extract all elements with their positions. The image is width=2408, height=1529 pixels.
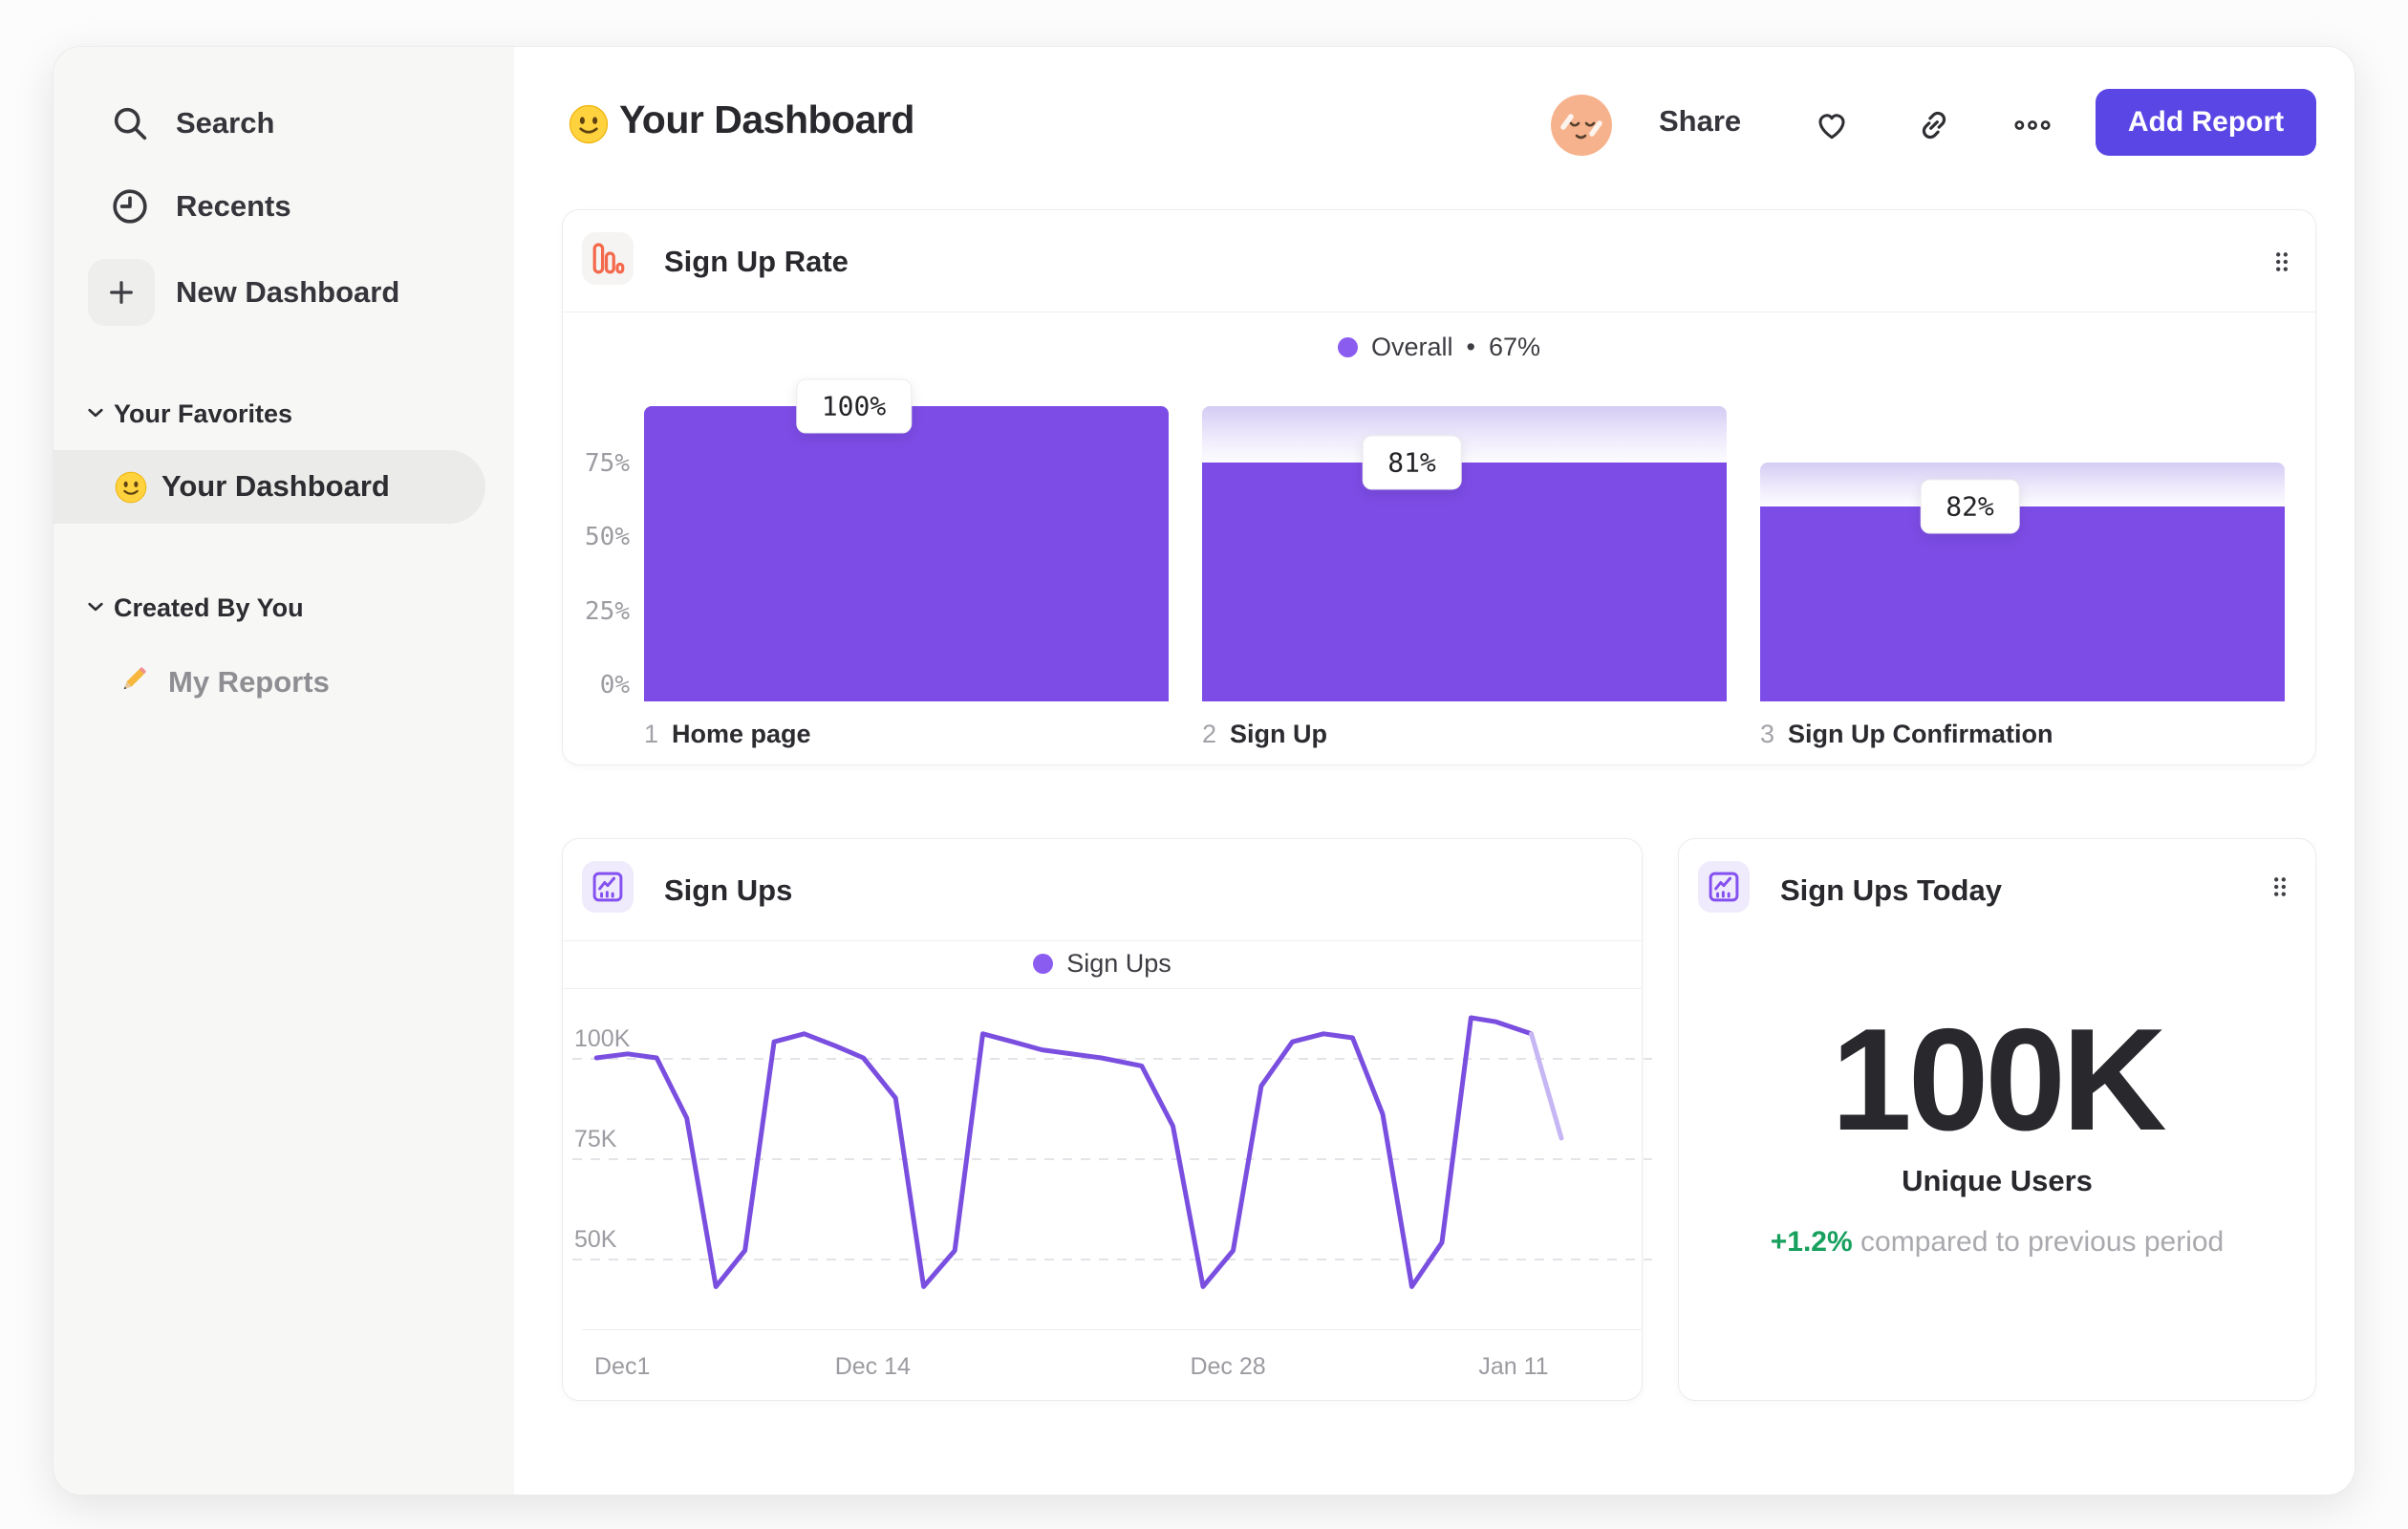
line-chart-icon (582, 861, 634, 913)
funnel-bar-sign-up[interactable]: 81% (1202, 406, 1727, 701)
funnel-value-tooltip: 81% (1362, 435, 1462, 490)
y-axis-tick: 50% (585, 523, 630, 551)
sidebar-item-label: Recents (176, 189, 291, 223)
funnel-bar-previous-level (1760, 462, 2285, 507)
legend-separator: • (1466, 332, 1475, 361)
search-icon (96, 89, 164, 158)
drag-handle-icon[interactable] (2264, 868, 2296, 906)
signup-rate-card: Sign Up Rate Overall • 67% 75% 50% 25% 0… (562, 209, 2316, 765)
kpi-delta-value: +1.2% (1770, 1226, 1853, 1258)
funnel-value-tooltip: 82% (1920, 479, 2020, 534)
kpi-value: 100K (1831, 999, 2166, 1161)
share-button[interactable]: Share (1659, 104, 1741, 139)
sidebar-item-label: Search (176, 106, 275, 140)
y-axis-tick: 25% (585, 597, 630, 626)
y-axis-tick: 0% (599, 671, 630, 700)
sidebar-item-new-dashboard[interactable]: New Dashboard (54, 258, 514, 327)
card-title: Sign Up Rate (664, 245, 849, 278)
sidebar-item-label: My Reports (168, 665, 330, 699)
funnel-step-label: 2 Sign Up (1202, 719, 1327, 749)
sidebar: Search Recents New Dashboard Your Favori… (54, 47, 514, 1495)
funnel-plot-area: 100% 81% 82% (628, 378, 2301, 701)
funnel-bar-fill (644, 406, 1169, 701)
sidebar-section-title: Your Favorites (114, 398, 293, 428)
pencil-emoji-icon (116, 663, 150, 702)
drag-handle-icon[interactable] (2266, 243, 2298, 281)
funnel-value-tooltip: 100% (795, 378, 913, 434)
sidebar-item-label: New Dashboard (176, 275, 400, 309)
kpi-metric-label: Unique Users (1902, 1164, 2093, 1197)
funnel-bar-sign-up-confirmation[interactable]: 82% (1760, 406, 2285, 701)
favorite-heart-icon[interactable] (1812, 105, 1852, 145)
step-name: Sign Up Confirmation (1788, 719, 2053, 748)
legend-value: 67% (1488, 332, 1541, 361)
line-plot-area[interactable]: 100K 75K 50K Dec1 Dec 14 Dec 28 Jan 11 (572, 1003, 1652, 1380)
smiley-emoji-icon (115, 471, 147, 508)
sidebar-section-your-favorites[interactable]: Your Favorites (54, 390, 514, 438)
page-title: Your Dashboard (619, 97, 914, 141)
step-index: 1 (644, 719, 659, 748)
sidebar-section-title: Created By You (114, 592, 304, 622)
step-name: Home page (672, 719, 811, 748)
app-window: Search Recents New Dashboard Your Favori… (53, 46, 2355, 1496)
chevron-down-icon (88, 405, 103, 422)
add-report-button[interactable]: Add Report (2096, 89, 2316, 156)
sidebar-item-recents[interactable]: Recents (54, 172, 514, 241)
x-axis-tick: Jan 11 (1478, 1353, 1549, 1380)
line-legend: Sign Ups (563, 938, 1642, 989)
step-name: Sign Up (1230, 719, 1328, 748)
funnel-bar-home-page[interactable]: 100% (644, 378, 1169, 701)
funnel-step-label: 3 Sign Up Confirmation (1760, 719, 2053, 749)
sidebar-item-label: Your Dashboard (161, 469, 390, 503)
funnel-chart-icon (582, 232, 634, 285)
more-options-icon[interactable] (2012, 105, 2053, 145)
y-axis-tick: 75% (585, 449, 630, 478)
legend-dot (1033, 953, 1054, 974)
signups-line-series (593, 1015, 1564, 1289)
card-title: Sign Ups Today (1780, 873, 2002, 907)
line-chart-icon (1698, 861, 1750, 913)
legend-series-label: Sign Ups (1066, 948, 1172, 978)
clock-icon (96, 172, 164, 241)
user-avatar[interactable] (1551, 95, 1612, 156)
legend-series-label: Overall (1370, 332, 1453, 361)
sidebar-section-created-by-you[interactable]: Created By You (54, 584, 514, 632)
step-index: 3 (1760, 719, 1775, 748)
card-title: Sign Ups (664, 873, 793, 907)
sidebar-item-my-reports[interactable]: My Reports (54, 648, 485, 715)
x-axis-tick: Dec1 (594, 1353, 651, 1380)
funnel-step-label: 1 Home page (644, 719, 811, 749)
x-axis-tick: Dec 14 (834, 1353, 911, 1380)
copy-link-icon[interactable] (1914, 105, 1954, 145)
signups-today-card: Sign Ups Today 100K Unique Users +1.2% c… (1678, 838, 2316, 1401)
smiley-emoji-icon (569, 104, 609, 149)
x-axis-tick: Dec 28 (1190, 1353, 1266, 1380)
funnel-bar-fill (1760, 506, 2285, 701)
funnel-bar-previous-level (1202, 406, 1727, 463)
funnel-bar-fill (1202, 462, 1727, 701)
kpi-delta: +1.2% compared to previous period (1679, 1226, 2315, 1259)
signups-card: Sign Ups Sign Ups 100K 75K 50K Dec1 Dec … (562, 838, 1652, 1401)
sidebar-item-your-dashboard[interactable]: Your Dashboard (54, 450, 485, 524)
step-index: 2 (1202, 719, 1217, 748)
plus-icon (87, 258, 156, 327)
kpi-delta-note: compared to previous period (1860, 1226, 2225, 1258)
legend-dot (1337, 336, 1358, 357)
sidebar-item-search[interactable]: Search (54, 89, 514, 158)
funnel-legend: Overall • 67% (563, 329, 2315, 365)
chevron-down-icon (88, 599, 103, 616)
